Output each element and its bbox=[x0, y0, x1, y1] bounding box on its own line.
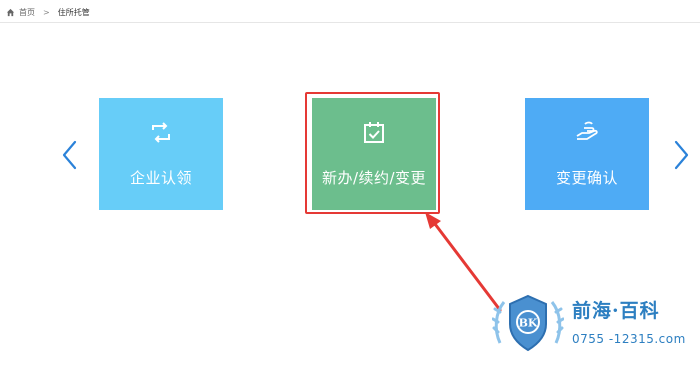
breadcrumb: 首页 > 住所托管 bbox=[6, 5, 90, 19]
home-icon[interactable] bbox=[6, 8, 15, 17]
calendar-check-icon bbox=[364, 122, 384, 143]
breadcrumb-current: 住所托管 bbox=[57, 7, 90, 17]
card-label: 新办/续约/变更 bbox=[321, 169, 427, 187]
watermark-name: 前海·百科 bbox=[572, 300, 660, 322]
watermark-seal-logo: BK bbox=[492, 294, 564, 352]
breadcrumb-home-link[interactable]: 首页 bbox=[19, 7, 35, 18]
breadcrumb-separator: > bbox=[43, 7, 50, 17]
watermark: BK 前海·百科 0755 -12315.com bbox=[492, 288, 700, 358]
chevron-right-icon bbox=[674, 140, 689, 170]
card-enterprise-claim[interactable]: 企业认领 bbox=[99, 98, 223, 210]
top-bar: 首页 > 住所托管 bbox=[0, 0, 700, 23]
card-change-confirm[interactable]: 变更确认 bbox=[525, 98, 649, 210]
card-new-renew-change[interactable]: 新办/续约/变更 bbox=[312, 98, 436, 210]
carousel-prev-button[interactable] bbox=[60, 140, 80, 170]
card-label: 企业认领 bbox=[129, 169, 192, 187]
carousel-next-button[interactable] bbox=[671, 140, 691, 170]
chevron-left-icon bbox=[62, 140, 77, 170]
watermark-phone: 0755 -12315.com bbox=[572, 332, 686, 346]
svg-text:BK: BK bbox=[519, 317, 538, 330]
card-label: 变更确认 bbox=[555, 169, 618, 187]
hand-holding-icon bbox=[576, 121, 598, 140]
refresh-icon bbox=[152, 122, 170, 143]
